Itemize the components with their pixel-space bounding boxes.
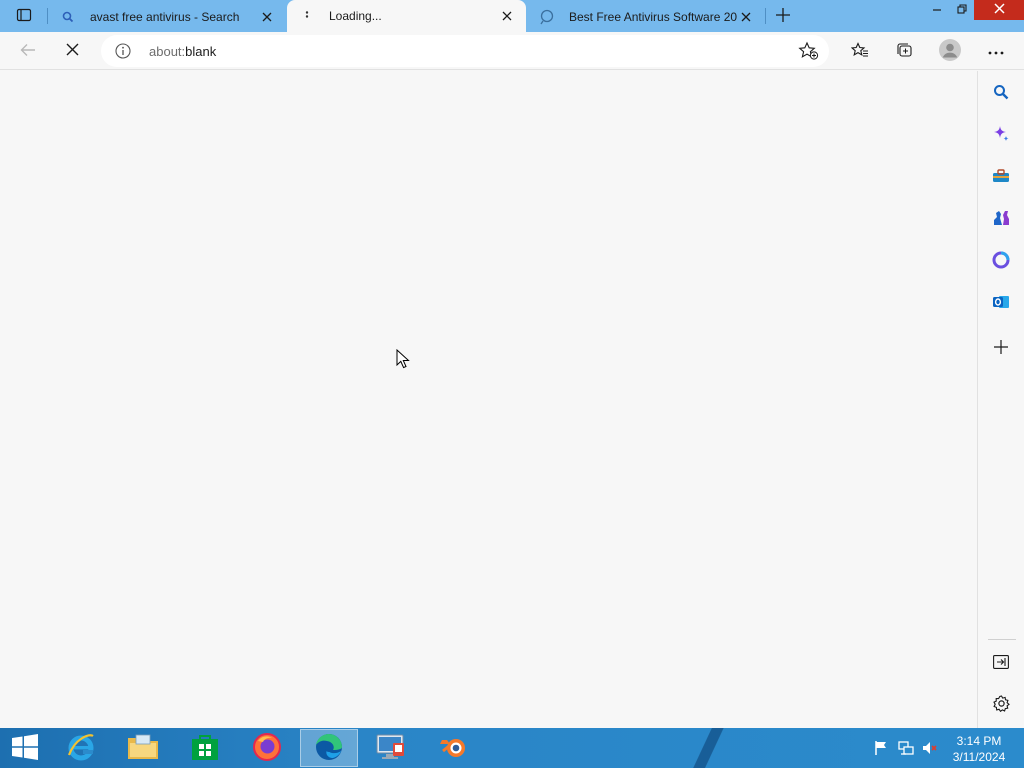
address-bar[interactable]: about:blank	[101, 35, 829, 67]
bing-favicon	[539, 9, 555, 25]
collections-button[interactable]	[889, 36, 919, 66]
more-button[interactable]	[981, 36, 1011, 66]
taskbar-clock[interactable]: 3:14 PM 3/11/2024	[944, 733, 1014, 765]
sidebar-divider	[988, 639, 1016, 640]
tab-loading[interactable]: Loading...	[287, 0, 526, 32]
sidebar-outlook-button[interactable]	[989, 291, 1013, 315]
tab-actions-icon	[16, 7, 32, 26]
file-explorer-icon	[127, 733, 159, 764]
tab-actions-button[interactable]	[8, 4, 40, 28]
browser-toolbar: about:blank	[0, 32, 1024, 70]
store-icon	[191, 733, 219, 764]
restore-button[interactable]	[950, 0, 974, 20]
stop-loading-button[interactable]	[57, 36, 87, 66]
hide-sidebar-button[interactable]	[989, 651, 1013, 675]
start-icon	[12, 733, 38, 763]
remote-desktop-icon	[376, 733, 406, 764]
action-center-flag-icon[interactable]	[873, 740, 889, 756]
taskbar-blender-button[interactable]	[424, 729, 482, 767]
stop-loading-icon	[66, 43, 79, 59]
search-icon	[993, 84, 1009, 103]
taskbar-ie-button[interactable]	[52, 729, 110, 767]
tab-avast-search[interactable]: avast free antivirus - Search	[48, 2, 286, 32]
clock-time: 3:14 PM	[956, 734, 1002, 748]
outlook-icon	[992, 293, 1010, 314]
taskbar-file-explorer-button[interactable]	[114, 729, 172, 767]
sidebar-copilot-button[interactable]	[989, 123, 1013, 147]
network-icon[interactable]	[898, 740, 914, 756]
taskbar-edge-button[interactable]	[300, 729, 358, 767]
page-content[interactable]	[0, 71, 977, 728]
taskbar: 3:14 PM 3/11/2024	[0, 728, 1024, 768]
edge-sidebar	[977, 71, 1024, 728]
firefox-icon	[252, 732, 282, 765]
close-window-button[interactable]	[974, 0, 1024, 20]
tab-title: avast free antivirus - Search	[90, 10, 240, 24]
start-button[interactable]	[0, 729, 50, 767]
close-tab-icon[interactable]	[258, 8, 276, 26]
back-button[interactable]	[13, 36, 43, 66]
more-icon	[988, 44, 1004, 58]
taskbar-firefox-button[interactable]	[238, 729, 296, 767]
copilot-icon	[992, 125, 1010, 146]
sidebar-search-button[interactable]	[989, 81, 1013, 105]
profile-button[interactable]	[935, 36, 965, 66]
hide-sidebar-icon	[993, 654, 1009, 672]
add-favorite-icon[interactable]	[798, 41, 820, 61]
restore-icon	[957, 3, 967, 17]
edge-icon	[314, 732, 344, 765]
mouse-pointer-icon	[396, 348, 410, 372]
sidebar-tools-button[interactable]	[989, 165, 1013, 189]
tab-best-free-antivirus[interactable]: Best Free Antivirus Software 2024	[527, 2, 765, 32]
minimize-icon	[932, 3, 942, 17]
url-path: blank	[185, 44, 217, 59]
close-tab-icon[interactable]	[498, 7, 516, 25]
tab-title: Loading...	[329, 9, 382, 23]
taskbar-remote-desktop-button[interactable]	[362, 729, 420, 767]
close-tab-icon[interactable]	[737, 8, 755, 26]
info-icon[interactable]	[115, 43, 131, 59]
profile-icon	[939, 38, 961, 64]
taskbar-store-button[interactable]	[176, 729, 234, 767]
sidebar-m365-button[interactable]	[989, 249, 1013, 273]
tab-separator	[765, 8, 766, 24]
internet-explorer-icon	[65, 731, 97, 766]
sidebar-games-button[interactable]	[989, 207, 1013, 231]
search-favicon	[60, 9, 76, 25]
games-icon	[992, 209, 1010, 230]
back-arrow-icon	[20, 43, 36, 60]
minimize-button[interactable]	[924, 0, 950, 20]
favorites-button[interactable]	[845, 36, 875, 66]
tools-icon	[992, 168, 1010, 187]
blender-icon	[438, 734, 468, 763]
loading-spinner-icon	[299, 8, 315, 24]
microsoft365-icon	[992, 251, 1010, 272]
tab-strip: avast free antivirus - Search Loading...…	[0, 0, 1024, 32]
sidebar-add-button[interactable]	[989, 336, 1013, 360]
sidebar-settings-button[interactable]	[989, 693, 1013, 717]
url-text[interactable]: about:blank	[149, 44, 216, 59]
url-scheme: about:	[149, 44, 186, 59]
favorites-icon	[850, 41, 869, 61]
clock-date: 3/11/2024	[952, 750, 1006, 764]
plus-icon	[776, 7, 790, 25]
volume-muted-icon[interactable]	[922, 740, 938, 756]
add-icon	[994, 339, 1008, 357]
new-tab-button[interactable]	[770, 4, 796, 28]
collections-icon	[895, 42, 913, 61]
tab-title: Best Free Antivirus Software 2024	[569, 10, 737, 24]
settings-icon	[992, 695, 1010, 715]
close-icon	[993, 3, 1005, 17]
